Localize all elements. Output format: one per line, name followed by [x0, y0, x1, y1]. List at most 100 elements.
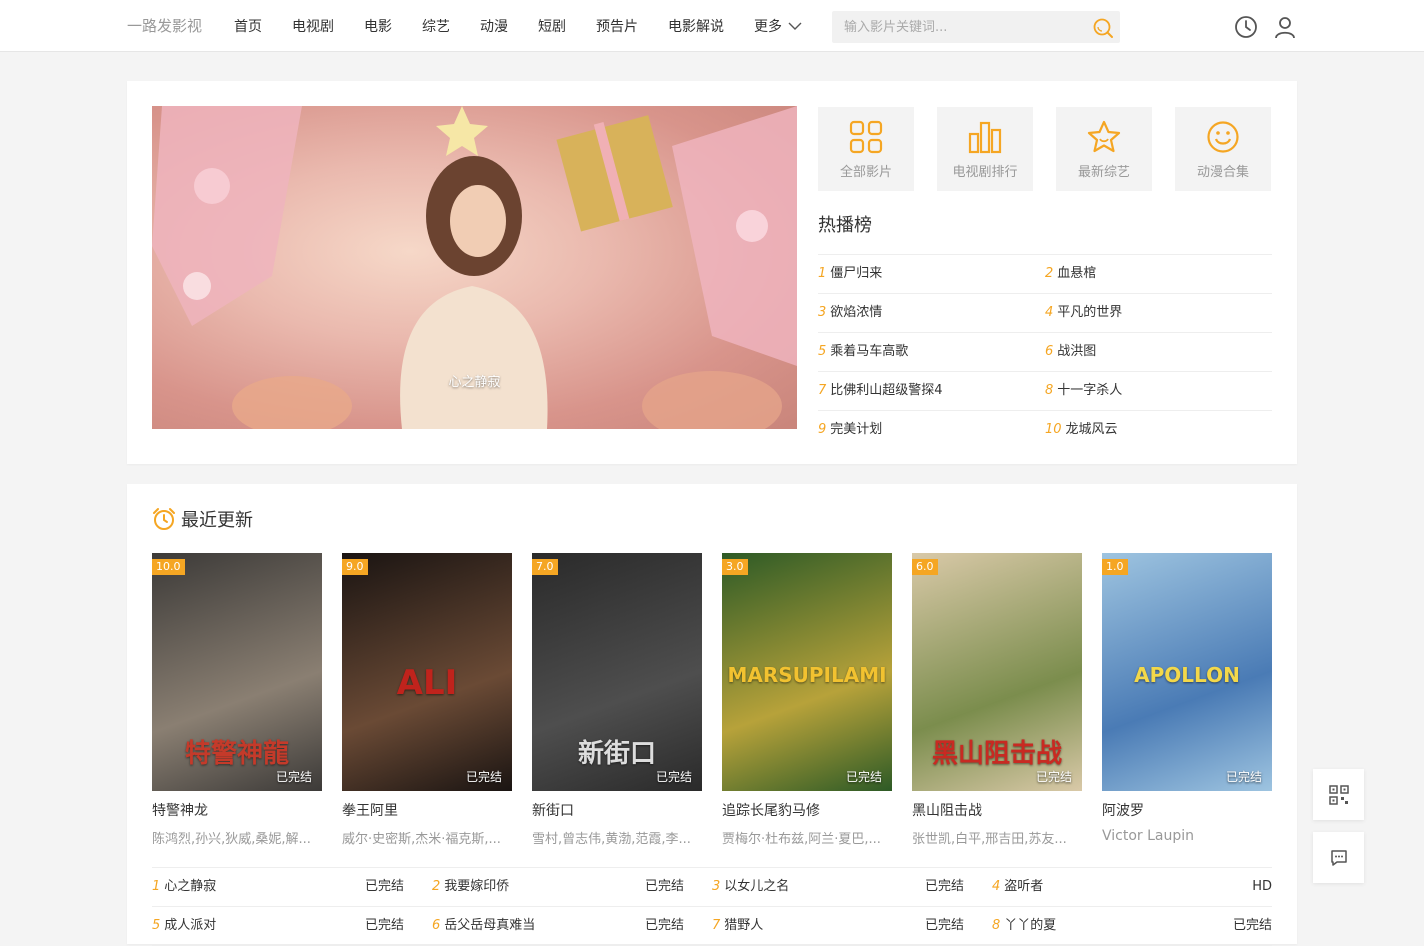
nav-anime[interactable]: 动漫: [480, 16, 508, 36]
hot-list-title: 热播榜: [818, 215, 872, 236]
tile-latest-variety[interactable]: 最新综艺: [1056, 107, 1152, 191]
status-label: 已完结: [1035, 770, 1072, 784]
score-badge: 9.0: [342, 559, 368, 575]
update-item-title-wrap: 2 我要嫁印侨: [432, 868, 509, 906]
poster-image[interactable]: ALI 9.0 已完结: [342, 553, 512, 791]
update-item[interactable]: 6 岳父岳母真难当 已完结: [432, 907, 712, 945]
poster-title[interactable]: 新街口: [532, 800, 702, 818]
update-item-title: 盗听者: [1004, 879, 1044, 894]
hot-item[interactable]: 1 僵尸归来: [818, 255, 1045, 293]
hot-item[interactable]: 9 完美计划: [818, 411, 1045, 450]
poster-cast: 贾梅尔·杜布兹,阿兰·夏巴,...: [722, 832, 881, 847]
poster-artwork-title: 特警神龍: [184, 739, 289, 769]
hot-item-title: 欲焰浓情: [830, 305, 883, 320]
update-item[interactable]: 4 盗听者 HD: [992, 868, 1272, 906]
poster-artwork-title: MARSUPILAMI: [727, 663, 887, 687]
search-input[interactable]: [832, 11, 1082, 43]
history-clock-icon[interactable]: [1234, 15, 1258, 39]
poster-image[interactable]: 特警神龍 10.0 已完结: [152, 553, 322, 791]
hot-item[interactable]: 3 欲焰浓情: [818, 294, 1045, 332]
hot-row: 9 完美计划 10 龙城风云: [818, 411, 1272, 450]
nav-trailer[interactable]: 预告片: [596, 16, 638, 36]
bar-chart-icon: [968, 121, 1002, 154]
update-item[interactable]: 8 丫丫的夏 已完结: [992, 907, 1272, 945]
poster-title[interactable]: 阿波罗: [1102, 800, 1272, 818]
hot-item-title: 血悬棺: [1057, 266, 1097, 281]
hot-item[interactable]: 8 十一字杀人: [1045, 372, 1272, 410]
tile-anime-collection[interactable]: 动漫合集: [1175, 107, 1271, 191]
poster-title[interactable]: 追踪长尾豹马修: [722, 800, 892, 818]
rank-number: 8: [1045, 383, 1054, 398]
update-item-status: 已完结: [644, 918, 684, 933]
hot-item[interactable]: 7 比佛利山超级警探4: [818, 372, 1045, 410]
hot-row: 5 乘着马车高歌 6 战洪图: [818, 333, 1272, 372]
poster-card[interactable]: APOLLON 1.0 已完结 阿波罗 Victor Laupin: [1102, 553, 1272, 847]
top-header: 一路发影视 首页 电视剧 电影 综艺 动漫 短剧 预告片 电影解说 更多: [0, 0, 1424, 52]
update-item-title: 猎野人: [724, 918, 764, 933]
qr-code-button[interactable]: [1313, 769, 1364, 820]
tile-all-movies[interactable]: 全部影片: [818, 107, 914, 191]
tile-tv-ranking[interactable]: 电视剧排行: [937, 107, 1033, 191]
poster-card[interactable]: 特警神龍 10.0 已完结特警神龙陈鸿烈,孙兴,狄威,桑妮,解...: [152, 553, 322, 847]
update-item[interactable]: 5 成人派对 已完结: [152, 907, 432, 945]
nav-more[interactable]: 更多: [754, 16, 802, 36]
poster-cast: 陈鸿烈,孙兴,狄威,桑妮,解...: [152, 832, 311, 847]
featured-banner[interactable]: 心之静寂: [152, 106, 797, 429]
hot-item-title: 十一字杀人: [1057, 383, 1123, 398]
update-item-status: 已完结: [364, 918, 404, 933]
poster-cast: 张世凯,白平,邢吉田,苏友...: [912, 832, 1067, 847]
grid-icon: [849, 120, 883, 154]
hot-item[interactable]: 10 龙城风云: [1045, 411, 1272, 450]
poster-image[interactable]: MARSUPILAMI 3.0 已完结: [722, 553, 892, 791]
update-item-status: 已完结: [924, 879, 964, 894]
rank-number: 3: [712, 879, 721, 894]
feedback-button[interactable]: [1313, 832, 1364, 883]
update-row: 1 心之静寂 已完结 2 我要嫁印侨 已完结 3 以女儿之名 已完结 4 盗听者 HD: [152, 868, 1272, 907]
nav-variety[interactable]: 综艺: [422, 16, 450, 36]
nav-commentary[interactable]: 电影解说: [668, 16, 724, 36]
smile-icon: [1207, 121, 1239, 153]
nav-tv[interactable]: 电视剧: [292, 16, 334, 36]
quick-links: 全部影片 电视剧排行 最新综艺 动漫合集: [818, 107, 1271, 191]
hot-row: 3 欲焰浓情 4 平凡的世界: [818, 294, 1272, 333]
hot-item-title: 战洪图: [1057, 344, 1097, 359]
nav-short-drama[interactable]: 短剧: [538, 16, 566, 36]
poster-title[interactable]: 特警神龙: [152, 800, 322, 818]
score-badge: 7.0: [532, 559, 558, 575]
update-row: 5 成人派对 已完结 6 岳父岳母真难当 已完结 7 猎野人 已完结 8 丫丫的夏 已完结: [152, 907, 1272, 946]
poster-image[interactable]: APOLLON 1.0 已完结: [1102, 553, 1272, 791]
site-logo[interactable]: 一路发影视: [127, 15, 202, 36]
status-label: 已完结: [655, 770, 692, 784]
update-item[interactable]: 2 我要嫁印侨 已完结: [432, 868, 712, 906]
hot-item[interactable]: 5 乘着马车高歌: [818, 333, 1045, 371]
update-item[interactable]: 7 猎野人 已完结: [712, 907, 992, 945]
poster-title[interactable]: 拳王阿里: [342, 800, 512, 818]
poster-card[interactable]: ALI 9.0 已完结 拳王阿里 威尔·史密斯,杰米·福克斯,...: [342, 553, 512, 847]
poster-title[interactable]: 黑山阻击战: [912, 800, 1082, 818]
update-item[interactable]: 1 心之静寂 已完结: [152, 868, 432, 906]
poster-image[interactable]: 黑山阻击战 6.0 已完结: [912, 553, 1082, 791]
hot-item-title: 乘着马车高歌: [830, 344, 909, 359]
hot-item-title: 龙城风云: [1065, 422, 1118, 437]
poster-card[interactable]: 黑山阻击战 6.0 已完结黑山阻击战张世凯,白平,邢吉田,苏友...: [912, 553, 1082, 847]
poster-card[interactable]: MARSUPILAMI 3.0 已完结追踪长尾豹马修 贾梅尔·杜布兹,阿兰·夏巴,..…: [722, 553, 892, 847]
recent-updates-panel: 最近更新 特警神龍 10.0 已完结 特警神龙 陈鸿烈,孙兴,狄威,桑妮,解... ALI…: [127, 484, 1297, 946]
hot-item-title: 僵尸归来: [830, 266, 883, 281]
nav-home[interactable]: 首页: [234, 16, 262, 36]
recent-title: 最近更新: [181, 510, 253, 531]
hot-item[interactable]: 4 平凡的世界: [1045, 294, 1272, 332]
search-box: [832, 11, 1120, 43]
rank-number: 8: [992, 918, 1001, 933]
nav-movie[interactable]: 电影: [364, 16, 392, 36]
update-item[interactable]: 3 以女儿之名 已完结: [712, 868, 992, 906]
poster-image[interactable]: 新街口 7.0 已完结: [532, 553, 702, 791]
update-item-status: 已完结: [364, 879, 404, 894]
search-icon[interactable]: [1092, 17, 1114, 39]
update-item-title-wrap: 1 心之静寂: [152, 868, 216, 906]
rank-number: 1: [818, 266, 827, 281]
hot-row: 1 僵尸归来 2 血悬棺: [818, 255, 1272, 294]
poster-card[interactable]: 新街口 7.0 已完结 新街口 雪村,曾志伟,黄渤,范霞,李...: [532, 553, 702, 847]
user-icon[interactable]: [1273, 15, 1297, 39]
hot-item[interactable]: 6 战洪图: [1045, 333, 1272, 371]
hot-item[interactable]: 2 血悬棺: [1045, 255, 1272, 293]
